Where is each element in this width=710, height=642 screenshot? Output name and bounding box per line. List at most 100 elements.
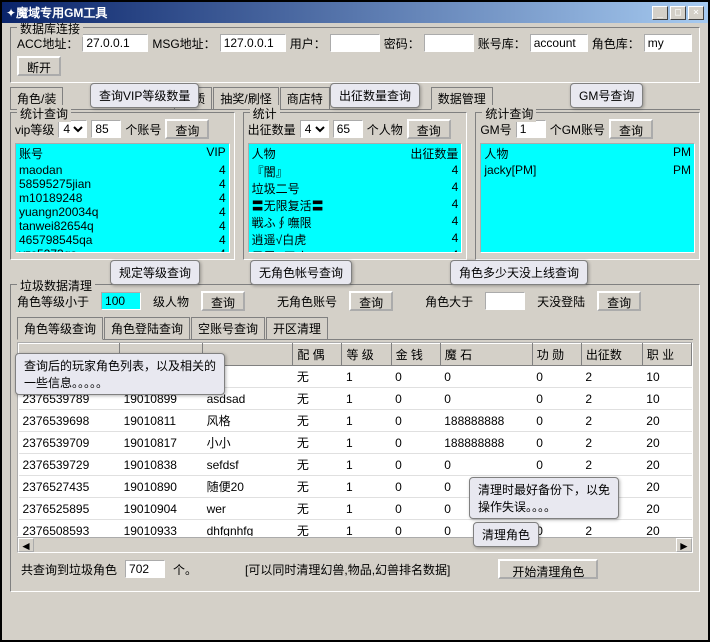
minimize-button[interactable]: _ <box>652 6 668 20</box>
list-item[interactable]: yuangn20034q4 <box>16 205 229 219</box>
noacct-query-button[interactable]: 查询 <box>349 291 393 311</box>
days-input[interactable] <box>485 292 525 310</box>
exp-unit: 个人物 <box>367 121 403 138</box>
list-item[interactable]: 465798545qa4 <box>16 233 229 247</box>
exp-count-input[interactable] <box>333 120 363 138</box>
subtab-login[interactable]: 角色登陆查询 <box>104 317 190 339</box>
user-input[interactable] <box>330 34 380 52</box>
list-item[interactable]: 58595275jian4 <box>16 177 229 191</box>
table-row[interactable]: 237653970919010817小小无101888888880220 <box>19 432 692 454</box>
acctdb-label: 账号库： <box>478 35 526 52</box>
tab-shop[interactable]: 商店特 <box>280 87 330 109</box>
table-header[interactable]: 功 勋 <box>532 344 581 366</box>
main-tabs: 角色/装 品质 抽奖/刷怪 商店特 数据管理 查询VIP等级数量 出征数量查询 … <box>10 87 700 110</box>
h-scrollbar[interactable]: ◄ ► <box>17 537 693 553</box>
list-item[interactable]: 垃圾二号4 <box>249 180 462 197</box>
vip-hdr-vip: VIP <box>206 145 225 162</box>
exp-label: 出征数量 <box>248 121 296 138</box>
callout-days-query: 角色多少天没上线查询 <box>450 260 588 285</box>
vip-query-button[interactable]: 查询 <box>165 119 209 139</box>
list-item[interactable]: 风雪V无痕4 <box>249 248 462 253</box>
db-connection-group: 数据库连接 ACC地址： MSG地址： 用户： 密码： 账号库： 角色库： 断开 <box>10 27 700 83</box>
close-button[interactable]: × <box>688 6 704 20</box>
msg-label: MSG地址： <box>152 35 215 52</box>
list-item[interactable]: 『闇』4 <box>249 163 462 180</box>
vip-hdr-account: 账号 <box>19 145 206 162</box>
list-item[interactable]: 戦ふ∮嘸限4 <box>249 214 462 231</box>
vip-count-input[interactable] <box>91 120 121 138</box>
window-title: 魔域专用GM工具 <box>16 4 652 21</box>
disconnect-button[interactable]: 断开 <box>17 56 61 76</box>
exp-select[interactable]: 4 <box>300 120 329 138</box>
table-header[interactable]: 等 级 <box>342 344 391 366</box>
level-unit: 级人物 <box>153 293 189 310</box>
scroll-right-button[interactable]: ► <box>676 538 692 552</box>
list-item[interactable]: maodan4 <box>16 163 229 177</box>
acc-input[interactable] <box>82 34 148 52</box>
callout-cleanup: 清理角色 <box>473 522 539 547</box>
app-icon: ✦ <box>6 6 16 20</box>
titlebar: ✦ 魔域专用GM工具 _ □ × <box>2 2 708 23</box>
vip-level-label: vip等级 <box>15 121 54 138</box>
acc-label: ACC地址： <box>17 35 78 52</box>
gm-unit: 个GM账号 <box>550 121 605 138</box>
level-query-button[interactable]: 查询 <box>201 291 245 311</box>
table-row[interactable]: 237650859319010933dhfgnhfg无1000220 <box>19 520 692 538</box>
junk-title: 垃圾数据清理 <box>17 277 95 294</box>
total-input[interactable] <box>125 560 165 578</box>
days-query-button[interactable]: 查询 <box>597 291 641 311</box>
callout-backup: 清理时最好备份下，以免操作失误。。。。 <box>469 477 619 519</box>
subtab-level[interactable]: 角色等级查询 <box>17 317 103 340</box>
maximize-button[interactable]: □ <box>670 6 686 20</box>
vip-level-select[interactable]: 4 <box>58 120 87 138</box>
expedition-stat-panel: 统计 出征数量 4 个人物 查询 人物出征数量 『闇』4垃圾二号4〓无限复活〓4… <box>243 112 468 260</box>
exp-hdr-char: 人物 <box>252 145 411 162</box>
table-header[interactable]: 配 偶 <box>293 344 342 366</box>
panel1-title: 统计查询 <box>17 105 71 122</box>
roledb-input[interactable] <box>644 34 692 52</box>
gm-hdr-char: 人物 <box>484 145 673 162</box>
start-cleanup-button[interactable]: 开始清理角色 <box>498 559 598 579</box>
table-header[interactable]: 出征数 <box>581 344 642 366</box>
junk-cleanup-group: 垃圾数据清理 角色等级小于 级人物 查询 无角色账号 查询 角色大于 天没登陆 … <box>10 284 700 592</box>
level-input[interactable] <box>101 292 141 310</box>
list-item[interactable]: m101892484 <box>16 191 229 205</box>
roledb-label: 角色库： <box>592 35 640 52</box>
list-item[interactable]: tanwei82654q4 <box>16 219 229 233</box>
list-item[interactable]: 〓无限复活〓4 <box>249 197 462 214</box>
exp-listbox[interactable]: 人物出征数量 『闇』4垃圾二号4〓无限复活〓4戦ふ∮嘸限4逍遥√白虎4风雪V无痕… <box>248 143 463 253</box>
days-label: 角色大于 <box>425 293 473 310</box>
acctdb-input[interactable] <box>530 34 588 52</box>
table-row[interactable]: 237653972919010838sefdsf无1000220 <box>19 454 692 476</box>
gm-hdr-pm: PM <box>673 145 691 162</box>
exp-hdr-count: 出征数量 <box>410 145 458 162</box>
table-row[interactable]: 237653969819010811风格无101888888880220 <box>19 410 692 432</box>
gm-listbox[interactable]: 人物PM jacky[PM]PM <box>480 143 695 253</box>
list-item[interactable]: jacky[PM]PM <box>481 163 694 177</box>
table-header[interactable]: 魔 石 <box>440 344 532 366</box>
subtab-zone[interactable]: 开区清理 <box>266 317 328 339</box>
scroll-left-button[interactable]: ◄ <box>18 538 34 552</box>
table-header[interactable]: 职 业 <box>642 344 691 366</box>
callout-table-info: 查询后的玩家角色列表，以及相关的一些信息。。。。。 <box>15 353 225 395</box>
table-header[interactable]: 金 钱 <box>391 344 440 366</box>
gm-query-button[interactable]: 查询 <box>609 119 653 139</box>
gm-count-input[interactable] <box>516 120 546 138</box>
callout-level-query: 规定等级查询 <box>110 260 200 285</box>
callout-gm: GM号查询 <box>570 83 643 108</box>
callout-vip: 查询VIP等级数量 <box>90 83 199 108</box>
pass-input[interactable] <box>424 34 474 52</box>
msg-input[interactable] <box>220 34 286 52</box>
vip-listbox[interactable]: 账号VIP maodan458595275jian4m101892484yuan… <box>15 143 230 253</box>
panel3-title: 统计查询 <box>482 105 536 122</box>
list-item[interactable]: 逍遥√白虎4 <box>249 231 462 248</box>
subtab-empty[interactable]: 空账号查询 <box>191 317 265 339</box>
gm-stat-panel: 统计查询 GM号 个GM账号 查询 人物PM jacky[PM]PM <box>475 112 700 260</box>
user-label: 用户： <box>290 35 326 52</box>
panel2-title: 统计 <box>250 105 280 122</box>
cleanup-note: [可以同时清理幻兽,物品,幻兽排名数据] <box>245 561 450 578</box>
callout-expedition: 出征数量查询 <box>330 83 420 108</box>
list-item[interactable]: yzs5273qa4 <box>16 247 229 253</box>
pass-label: 密码： <box>384 35 420 52</box>
exp-query-button[interactable]: 查询 <box>407 119 451 139</box>
